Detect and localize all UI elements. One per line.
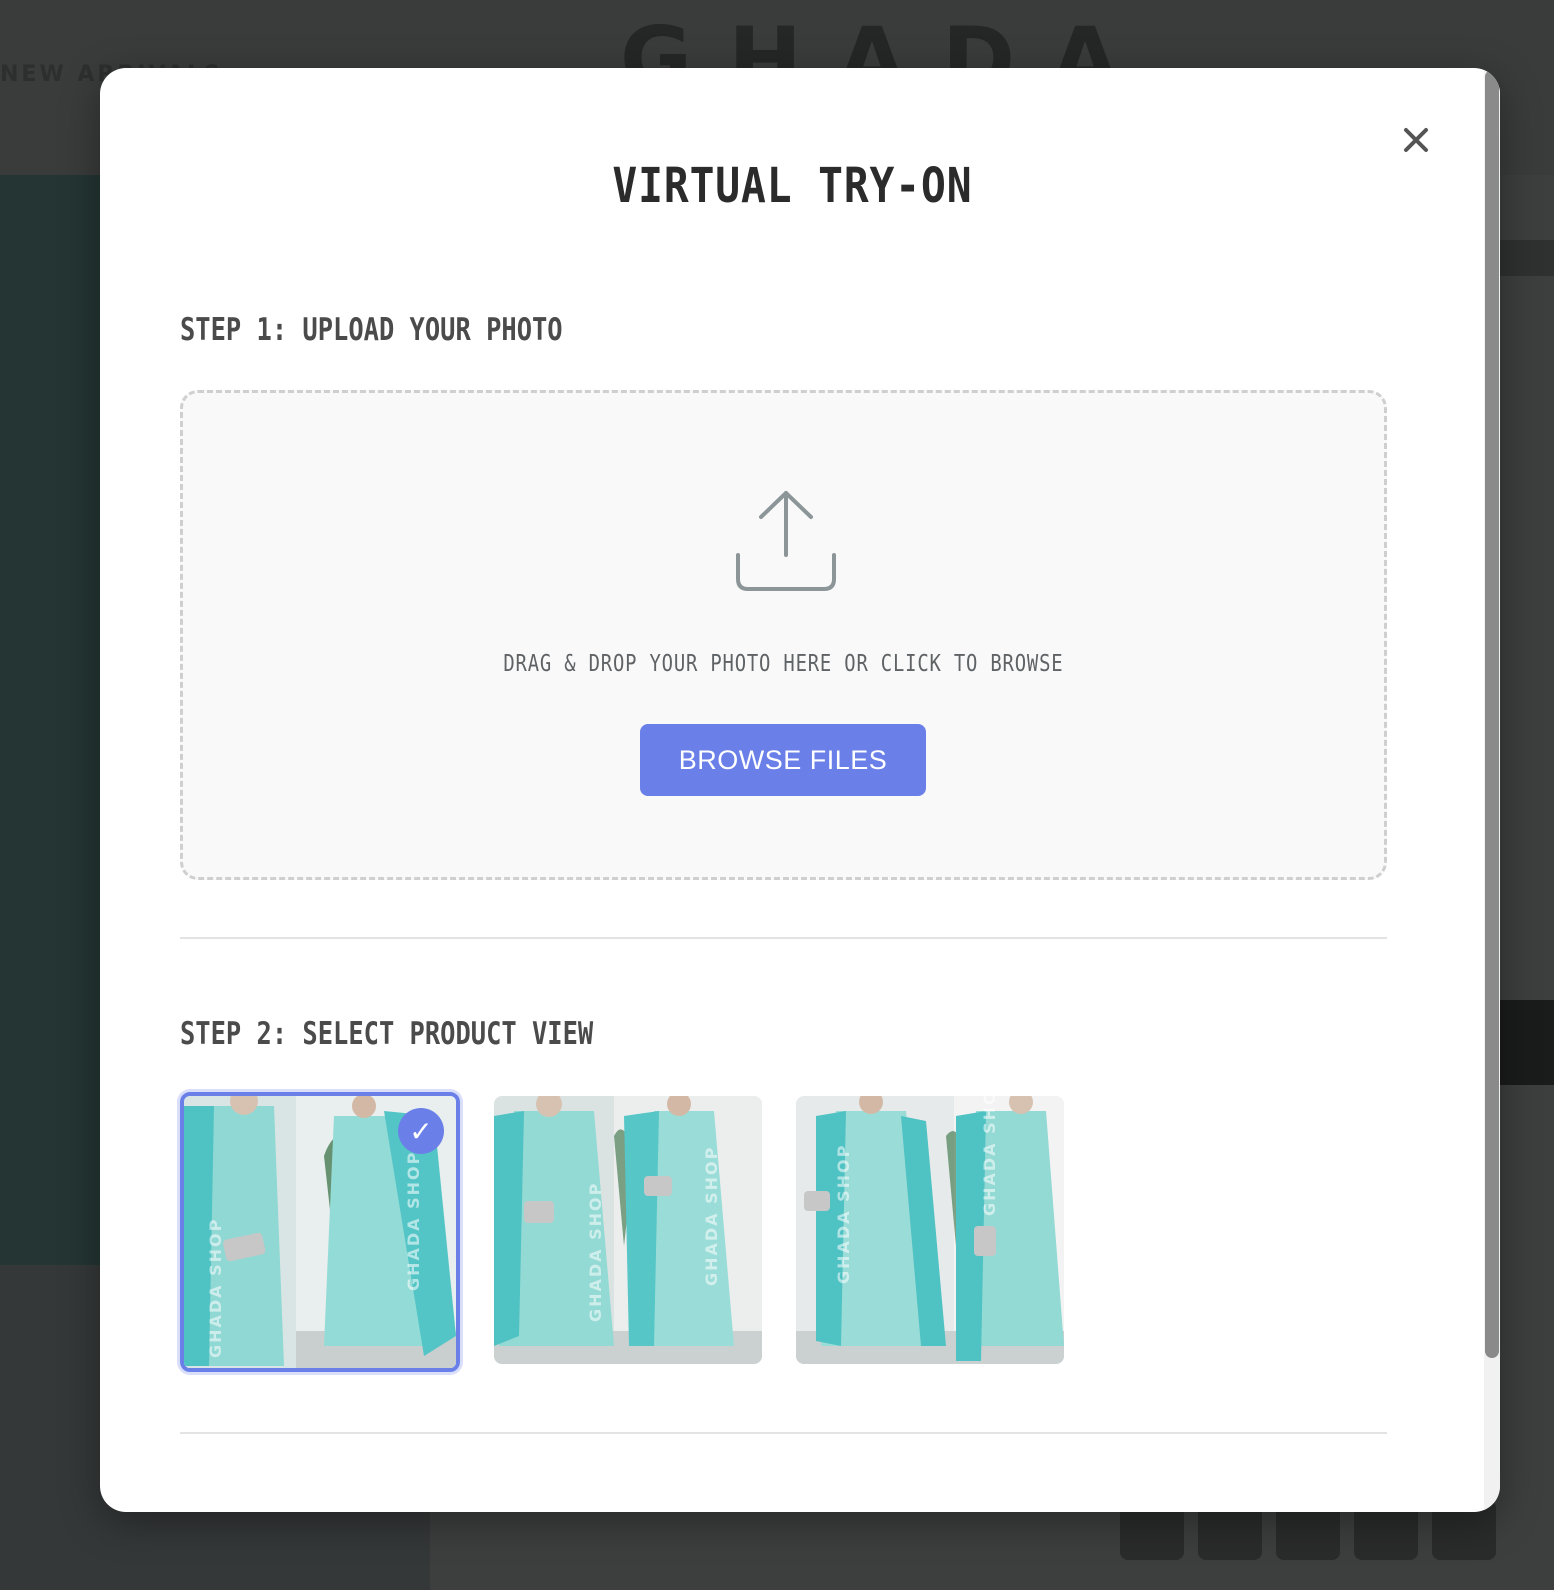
product-view-1-watermark: GHADA SHOP xyxy=(206,1217,225,1358)
browse-files-button[interactable]: BROWSE FILES xyxy=(640,724,926,796)
modal-scrollbar[interactable] xyxy=(1484,68,1500,1512)
close-button[interactable] xyxy=(1396,120,1436,160)
upload-icon xyxy=(736,491,836,591)
section-divider-bottom xyxy=(180,1432,1387,1434)
modal-scrollbar-thumb[interactable] xyxy=(1485,70,1499,1358)
product-view-3-watermark-2: GHADA SHOP xyxy=(980,1096,999,1216)
product-view-3-watermark: GHADA SHOP xyxy=(834,1143,853,1284)
virtual-try-on-modal: VIRTUAL TRY-ON STEP 1: UPLOAD YOUR PHOTO… xyxy=(100,68,1500,1512)
photo-dropzone[interactable]: DRAG & DROP YOUR PHOTO HERE OR CLICK TO … xyxy=(180,390,1387,880)
product-view-list: GHADA SHOP GHADA SHOP ✓ GHADA SHOP GHADA… xyxy=(180,1092,1064,1372)
product-view-2-watermark: GHADA SHOP xyxy=(586,1181,605,1322)
step2-heading: STEP 2: SELECT PRODUCT VIEW xyxy=(180,1016,594,1052)
selected-check-icon: ✓ xyxy=(398,1108,444,1154)
section-divider xyxy=(180,937,1387,939)
background-logo: GHADA xyxy=(620,8,1156,70)
product-view-3[interactable]: GHADA SHOP GHADA SHOP xyxy=(796,1096,1064,1364)
product-view-2-image xyxy=(494,1096,762,1364)
product-view-2[interactable]: GHADA SHOP GHADA SHOP xyxy=(494,1096,762,1364)
close-icon xyxy=(1404,128,1428,152)
product-view-1[interactable]: GHADA SHOP GHADA SHOP ✓ xyxy=(180,1092,460,1372)
product-view-2-watermark-2: GHADA SHOP xyxy=(702,1145,721,1286)
modal-title: VIRTUAL TRY-ON xyxy=(612,158,973,214)
step1-heading: STEP 1: UPLOAD YOUR PHOTO xyxy=(180,312,563,348)
product-view-1-watermark-2: GHADA SHOP xyxy=(404,1150,423,1291)
dropzone-instructions: DRAG & DROP YOUR PHOTO HERE OR CLICK TO … xyxy=(503,651,1064,677)
